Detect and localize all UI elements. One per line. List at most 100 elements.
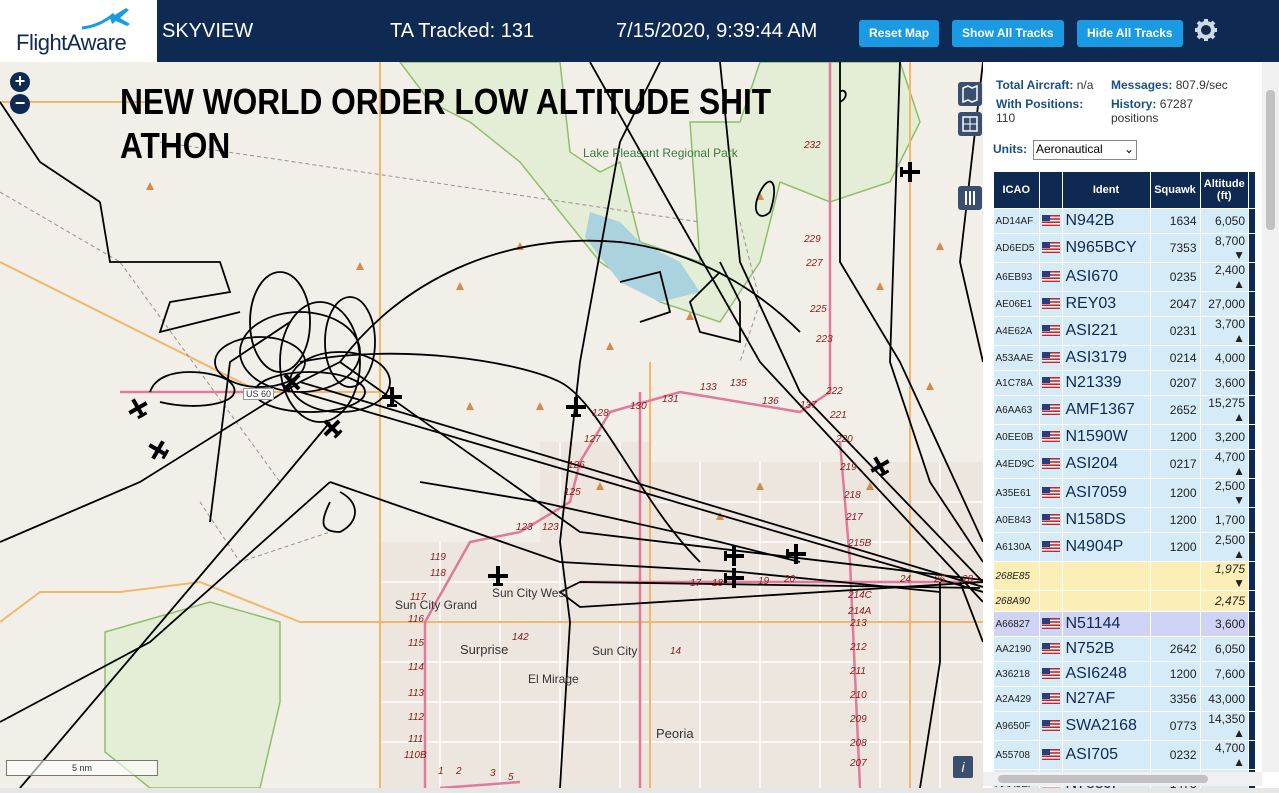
- table-row[interactable]: AA2190 N752B 2642 6,050: [993, 636, 1256, 662]
- table-row[interactable]: A6130A N4904P 1200 2,500 ▲: [993, 532, 1256, 562]
- us-flag-icon: [1041, 431, 1060, 443]
- flag-cell: [1039, 532, 1063, 562]
- map-view[interactable]: + − NEW WORLD ORDER LOW ALTITUDE SHIT AT…: [0, 62, 983, 788]
- extra-cell: [1248, 711, 1256, 741]
- altitude-cell: 7,600: [1200, 661, 1249, 687]
- current-datetime: 7/15/2020, 9:39:44 AM: [616, 20, 818, 42]
- hwy-label: 207: [850, 758, 867, 769]
- ident-cell: N1590W: [1062, 424, 1151, 450]
- tracked-count: TA Tracked: 131: [390, 20, 535, 42]
- hwy-label: 3: [490, 768, 496, 779]
- hide-all-tracks-button[interactable]: Hide All Tracks: [1077, 20, 1183, 47]
- table-row[interactable]: A0EE0B N1590W 1200 3,200: [993, 424, 1256, 450]
- table-row[interactable]: A53AAE ASI3179 0214 4,000: [993, 345, 1256, 371]
- hwy-label: 116: [408, 614, 424, 625]
- icao-cell: AA2190: [993, 636, 1040, 662]
- ident-cell: ASI3179: [1062, 345, 1151, 371]
- table-row[interactable]: A0E843 N158DS 1200 1,700: [993, 507, 1256, 533]
- hwy-label: 14: [670, 646, 682, 657]
- messages-value: 807.9/sec: [1175, 78, 1228, 92]
- squawk-cell: [1150, 611, 1201, 637]
- units-select[interactable]: Aeronautical ⌄: [1033, 140, 1137, 160]
- column-header-flag[interactable]: [1038, 171, 1063, 209]
- altitude-cell: 2,500 ▲: [1200, 532, 1249, 562]
- column-header-ident[interactable]: Ident: [1061, 171, 1151, 209]
- horizontal-scroll-thumb[interactable]: [998, 775, 1208, 783]
- show-all-tracks-button[interactable]: Show All Tracks: [952, 20, 1064, 47]
- ident-cell: [1062, 561, 1151, 591]
- altitude-cell: 43,000: [1200, 686, 1249, 712]
- extra-cell: [1248, 590, 1256, 612]
- extra-cell: [1248, 262, 1256, 292]
- table-row[interactable]: AD6ED5 N965BCY 7353 8,700 ▼: [993, 233, 1256, 263]
- hwy-label: 18: [712, 578, 724, 589]
- map-layers-icon[interactable]: [958, 82, 982, 106]
- flightaware-logo[interactable]: FlightAware: [0, 0, 157, 62]
- squawk-cell: 1200: [1150, 532, 1201, 562]
- extra-cell: [1248, 532, 1256, 562]
- table-row[interactable]: A2A429 N27AF 3356 43,000: [993, 686, 1256, 712]
- scale-bar: 5 nm: [6, 760, 158, 776]
- extra-cell: [1248, 561, 1256, 591]
- hwy-label: 20: [784, 574, 796, 585]
- zoom-out-button[interactable]: −: [10, 94, 30, 114]
- column-header-altitude[interactable]: Altitude (ft): [1199, 171, 1249, 209]
- columns-toggle-icon[interactable]: [958, 186, 982, 210]
- column-header-squawk[interactable]: Squawk: [1149, 171, 1201, 209]
- history-value: 67287: [1159, 97, 1194, 111]
- ident-cell: ASI670: [1062, 262, 1151, 292]
- zoom-in-button[interactable]: +: [10, 72, 30, 92]
- vertical-scroll-thumb[interactable]: [1266, 90, 1275, 230]
- hwy-label: 118: [430, 568, 446, 579]
- flag-cell: [1039, 316, 1063, 346]
- table-row[interactable]: A35E61 ASI7059 1200 2,500 ▼: [993, 478, 1256, 508]
- table-row[interactable]: A9650F SWA2168 0773 14,350 ▲: [993, 711, 1256, 741]
- us-flag-icon: [1041, 242, 1060, 254]
- extra-cell: [1248, 208, 1256, 234]
- hwy-label: 212: [850, 642, 867, 653]
- column-header-icao[interactable]: ICAO: [993, 171, 1040, 209]
- total-aircraft-label: Total Aircraft:: [996, 78, 1074, 92]
- extra-cell: [1248, 370, 1256, 396]
- table-row[interactable]: A4ED9C ASI204 0217 4,700 ▲: [993, 449, 1256, 479]
- extra-cell: [1248, 316, 1256, 346]
- icao-cell: AE06E1: [993, 291, 1040, 317]
- squawk-cell: 1200: [1150, 507, 1201, 533]
- hwy-label: 217: [846, 512, 863, 523]
- hwy-label: 126: [568, 460, 585, 471]
- us-flag-icon: [1041, 458, 1060, 470]
- table-row[interactable]: AE06E1 REY03 2047 27,000: [993, 291, 1256, 317]
- gear-icon[interactable]: [1194, 18, 1218, 42]
- top-header: FlightAware SKYVIEW TA Tracked: 131 7/15…: [0, 0, 1279, 62]
- icao-cell: A9650F: [993, 711, 1040, 741]
- info-icon[interactable]: i: [953, 756, 973, 778]
- table-row[interactable]: 268E85 1,975 ▼: [993, 561, 1256, 591]
- flag-cell: [1039, 424, 1063, 450]
- hwy-label: 5: [508, 772, 514, 783]
- icao-cell: A66827: [993, 611, 1040, 637]
- reset-map-button[interactable]: Reset Map: [859, 20, 940, 47]
- table-row[interactable]: AD14AF N942B 1634 6,050: [993, 208, 1256, 234]
- map-canvas[interactable]: [0, 62, 983, 788]
- squawk-cell: 0207: [1150, 370, 1201, 396]
- ident-cell: N942B: [1062, 208, 1151, 234]
- table-row[interactable]: A1C78A N21339 0207 3,600: [993, 370, 1256, 396]
- hwy-label: 119: [430, 552, 446, 563]
- hwy-label: 125: [564, 487, 581, 498]
- table-row[interactable]: A66827 N51144 3,600: [993, 611, 1256, 637]
- map-grid-icon[interactable]: [958, 112, 982, 136]
- table-row[interactable]: 268A90 2,475: [993, 590, 1256, 612]
- altitude-cell: 3,600: [1200, 611, 1249, 637]
- table-row[interactable]: A6AA63 AMF1367 2652 15,275 ▲: [993, 395, 1256, 425]
- table-row[interactable]: A6EB93 ASI670 0235 2,400 ▲: [993, 262, 1256, 292]
- hwy-label: 2: [456, 766, 462, 777]
- hwy-label: 115: [408, 638, 424, 649]
- table-row[interactable]: A36218 ASI6248 1200 7,600: [993, 661, 1256, 687]
- table-row[interactable]: A4E62A ASI221 0231 3,700 ▲: [993, 316, 1256, 346]
- flag-cell: [1039, 590, 1063, 612]
- icao-cell: A6EB93: [993, 262, 1040, 292]
- us-flag-icon: [1041, 215, 1060, 227]
- hwy-label: 24: [900, 574, 912, 585]
- extra-cell: [1248, 395, 1256, 425]
- table-row[interactable]: A55708 ASI705 0232 4,700 ▲: [993, 740, 1256, 770]
